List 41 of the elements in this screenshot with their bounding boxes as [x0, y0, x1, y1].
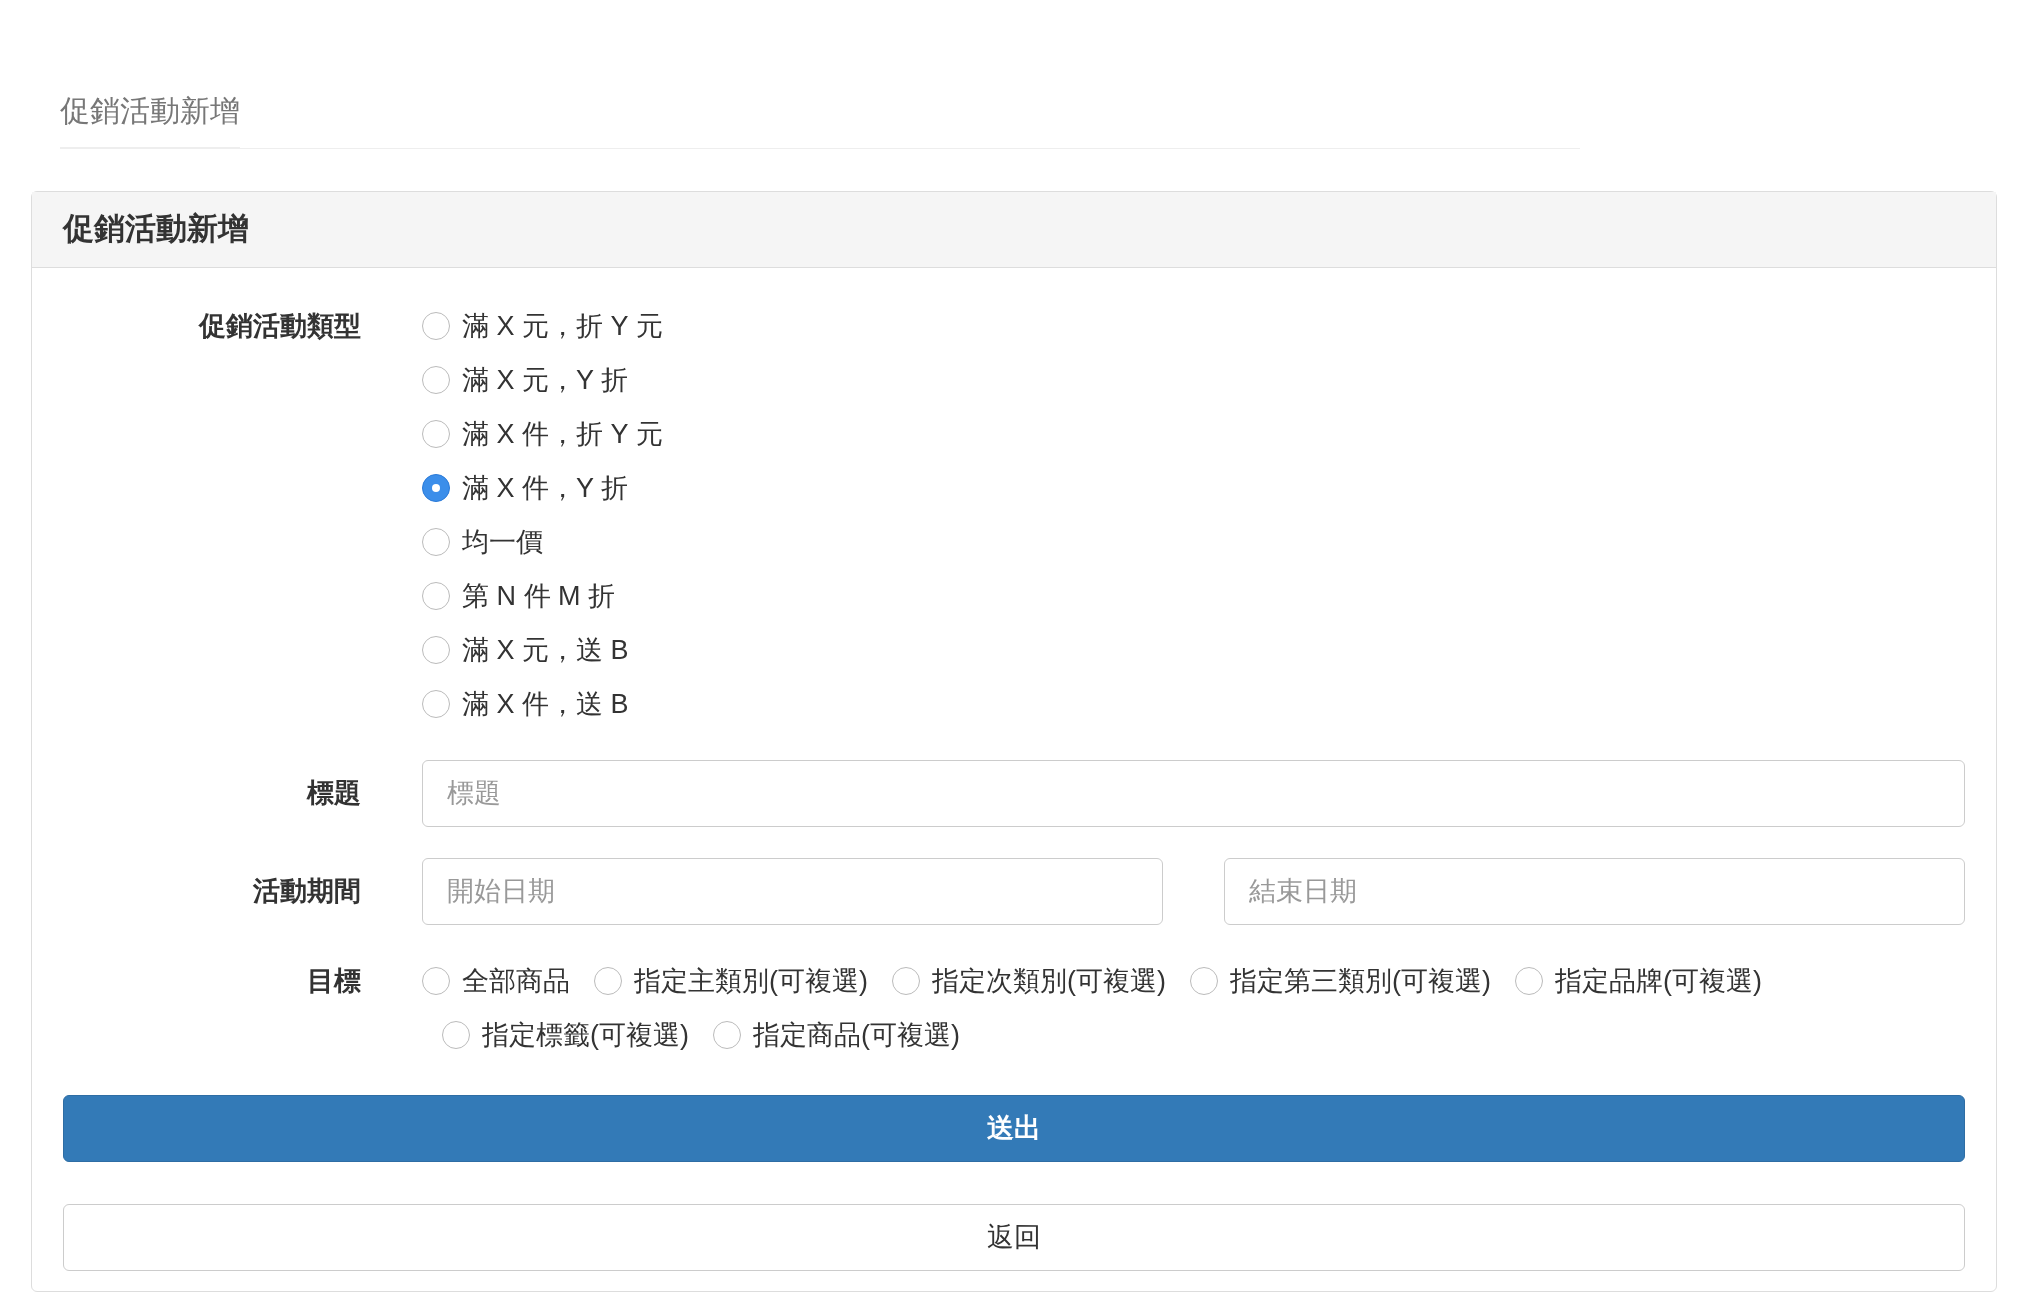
option-label: 滿 X 元，折 Y 元: [462, 309, 663, 343]
option-label: 滿 X 件，折 Y 元: [462, 417, 663, 451]
option-label: 指定標籤(可複選): [482, 1018, 689, 1052]
radio-button[interactable]: [713, 1021, 741, 1049]
option-label: 第 N 件 M 折: [462, 579, 615, 613]
option-label: 全部商品: [462, 964, 570, 998]
end-date-input[interactable]: 結束日期: [1224, 858, 1965, 925]
radio-button[interactable]: [422, 420, 450, 448]
option-label: 滿 X 元，Y 折: [462, 363, 629, 397]
radio-button[interactable]: [442, 1021, 470, 1049]
panel-title: 促銷活動新增: [63, 210, 249, 249]
option-label: 指定次類別(可複選): [932, 964, 1166, 998]
option-label: 指定商品(可複選): [753, 1018, 960, 1052]
radio-button[interactable]: [1189, 967, 1218, 995]
radio-button[interactable]: [422, 636, 450, 664]
option-label: 滿 X 件，送 B: [462, 687, 629, 721]
radio-button[interactable]: [422, 366, 450, 394]
radio-button[interactable]: [892, 967, 920, 995]
radio-button[interactable]: [422, 528, 450, 556]
radio-button[interactable]: [1514, 967, 1543, 995]
field-label: 活動期間: [253, 876, 361, 907]
radio-button[interactable]: [422, 312, 450, 340]
submit-button[interactable]: 送出: [63, 1095, 1965, 1162]
radio-button[interactable]: [422, 967, 450, 995]
option-label: 指定品牌(可複選): [1554, 964, 1762, 998]
radio-button[interactable]: [422, 474, 450, 502]
field-label: 促銷活動類型: [199, 311, 361, 341]
field-label: 標題: [307, 778, 361, 809]
title-input[interactable]: 標題: [422, 760, 1965, 827]
page-title: 促銷活動新增: [60, 88, 240, 148]
option-label: 指定第三類別(可複選): [1229, 964, 1491, 998]
radio-button[interactable]: [594, 967, 622, 995]
back-button[interactable]: 返回: [63, 1204, 1965, 1271]
start-date-input[interactable]: 開始日期: [422, 858, 1163, 925]
option-label: 滿 X 元，送 B: [462, 633, 629, 667]
radio-button[interactable]: [422, 690, 450, 718]
radio-button[interactable]: [422, 582, 450, 610]
option-label: 指定主類別(可複選): [634, 964, 868, 998]
option-label: 均一價: [462, 525, 543, 559]
field-label: 目標: [307, 966, 361, 996]
option-label: 滿 X 件，Y 折: [462, 471, 629, 505]
